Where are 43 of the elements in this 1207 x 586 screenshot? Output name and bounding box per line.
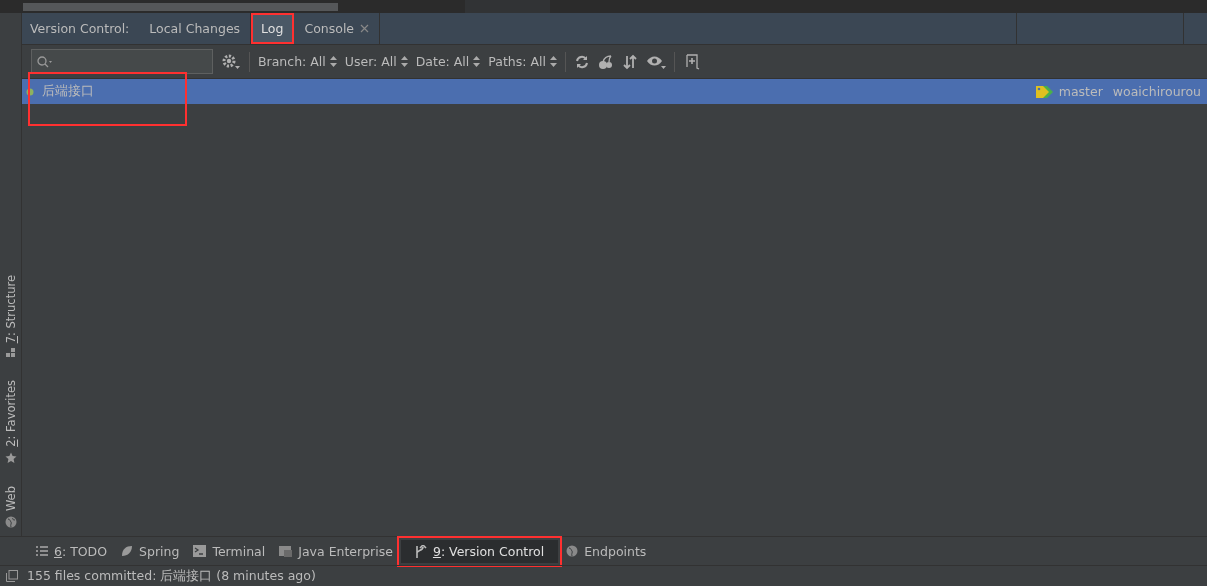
panel-title: Version Control: — [29, 21, 131, 36]
star-icon — [4, 451, 17, 464]
tool-window-button[interactable]: 6: TODO — [30, 539, 114, 563]
tool-window-button[interactable]: Endpoints — [560, 539, 653, 563]
list-icon — [36, 546, 48, 556]
side-tool-button[interactable]: 7: Structure — [0, 274, 21, 359]
branch-label: master — [1058, 84, 1103, 99]
status-message: 155 files committed: 后端接口 (8 minutes ago) — [27, 567, 316, 585]
branch-icon — [414, 544, 427, 558]
tool-window-button[interactable]: Terminal — [187, 539, 272, 563]
globe-icon — [566, 545, 579, 557]
filter-dropdown[interactable]: Paths: All — [488, 54, 557, 69]
tool-window-button[interactable]: Java Enterprise — [273, 539, 399, 563]
tag-icon — [1034, 84, 1055, 99]
terminal-icon — [193, 545, 207, 557]
settings-icon[interactable] — [221, 52, 241, 71]
author-label: woaichirourou — [1112, 84, 1201, 99]
tab[interactable]: Log — [251, 13, 295, 44]
cherry-icon[interactable] — [597, 53, 614, 70]
tab[interactable]: Console — [294, 13, 381, 44]
side-tool-button[interactable]: 2: Favorites — [0, 380, 21, 464]
filter-dropdown[interactable]: Date: All — [415, 54, 481, 69]
close-icon[interactable] — [360, 24, 370, 33]
commit-message: 后端接口 — [41, 82, 95, 100]
up-down-arrows-icon — [549, 56, 557, 67]
scrollbar[interactable] — [23, 3, 338, 11]
sort-icon[interactable] — [621, 53, 638, 70]
up-down-arrows-icon — [400, 56, 408, 67]
enterprise-icon — [279, 545, 293, 557]
search-icon — [37, 55, 53, 68]
up-down-arrows-icon — [329, 56, 337, 67]
commit-dot-icon — [26, 87, 34, 96]
panel-toggle-icon[interactable] — [6, 570, 18, 582]
leaf-icon — [121, 545, 134, 557]
filter-dropdown[interactable]: User: All — [344, 54, 408, 69]
search-field[interactable] — [31, 49, 213, 74]
globe-icon — [4, 516, 17, 528]
refresh-icon[interactable] — [573, 53, 590, 70]
side-tool-button[interactable]: Web — [0, 485, 21, 528]
structure-icon — [5, 348, 16, 359]
tool-window-button[interactable]: Spring — [115, 539, 186, 563]
filter-dropdown[interactable]: Branch: All — [258, 54, 337, 69]
up-down-arrows-icon — [473, 56, 481, 67]
